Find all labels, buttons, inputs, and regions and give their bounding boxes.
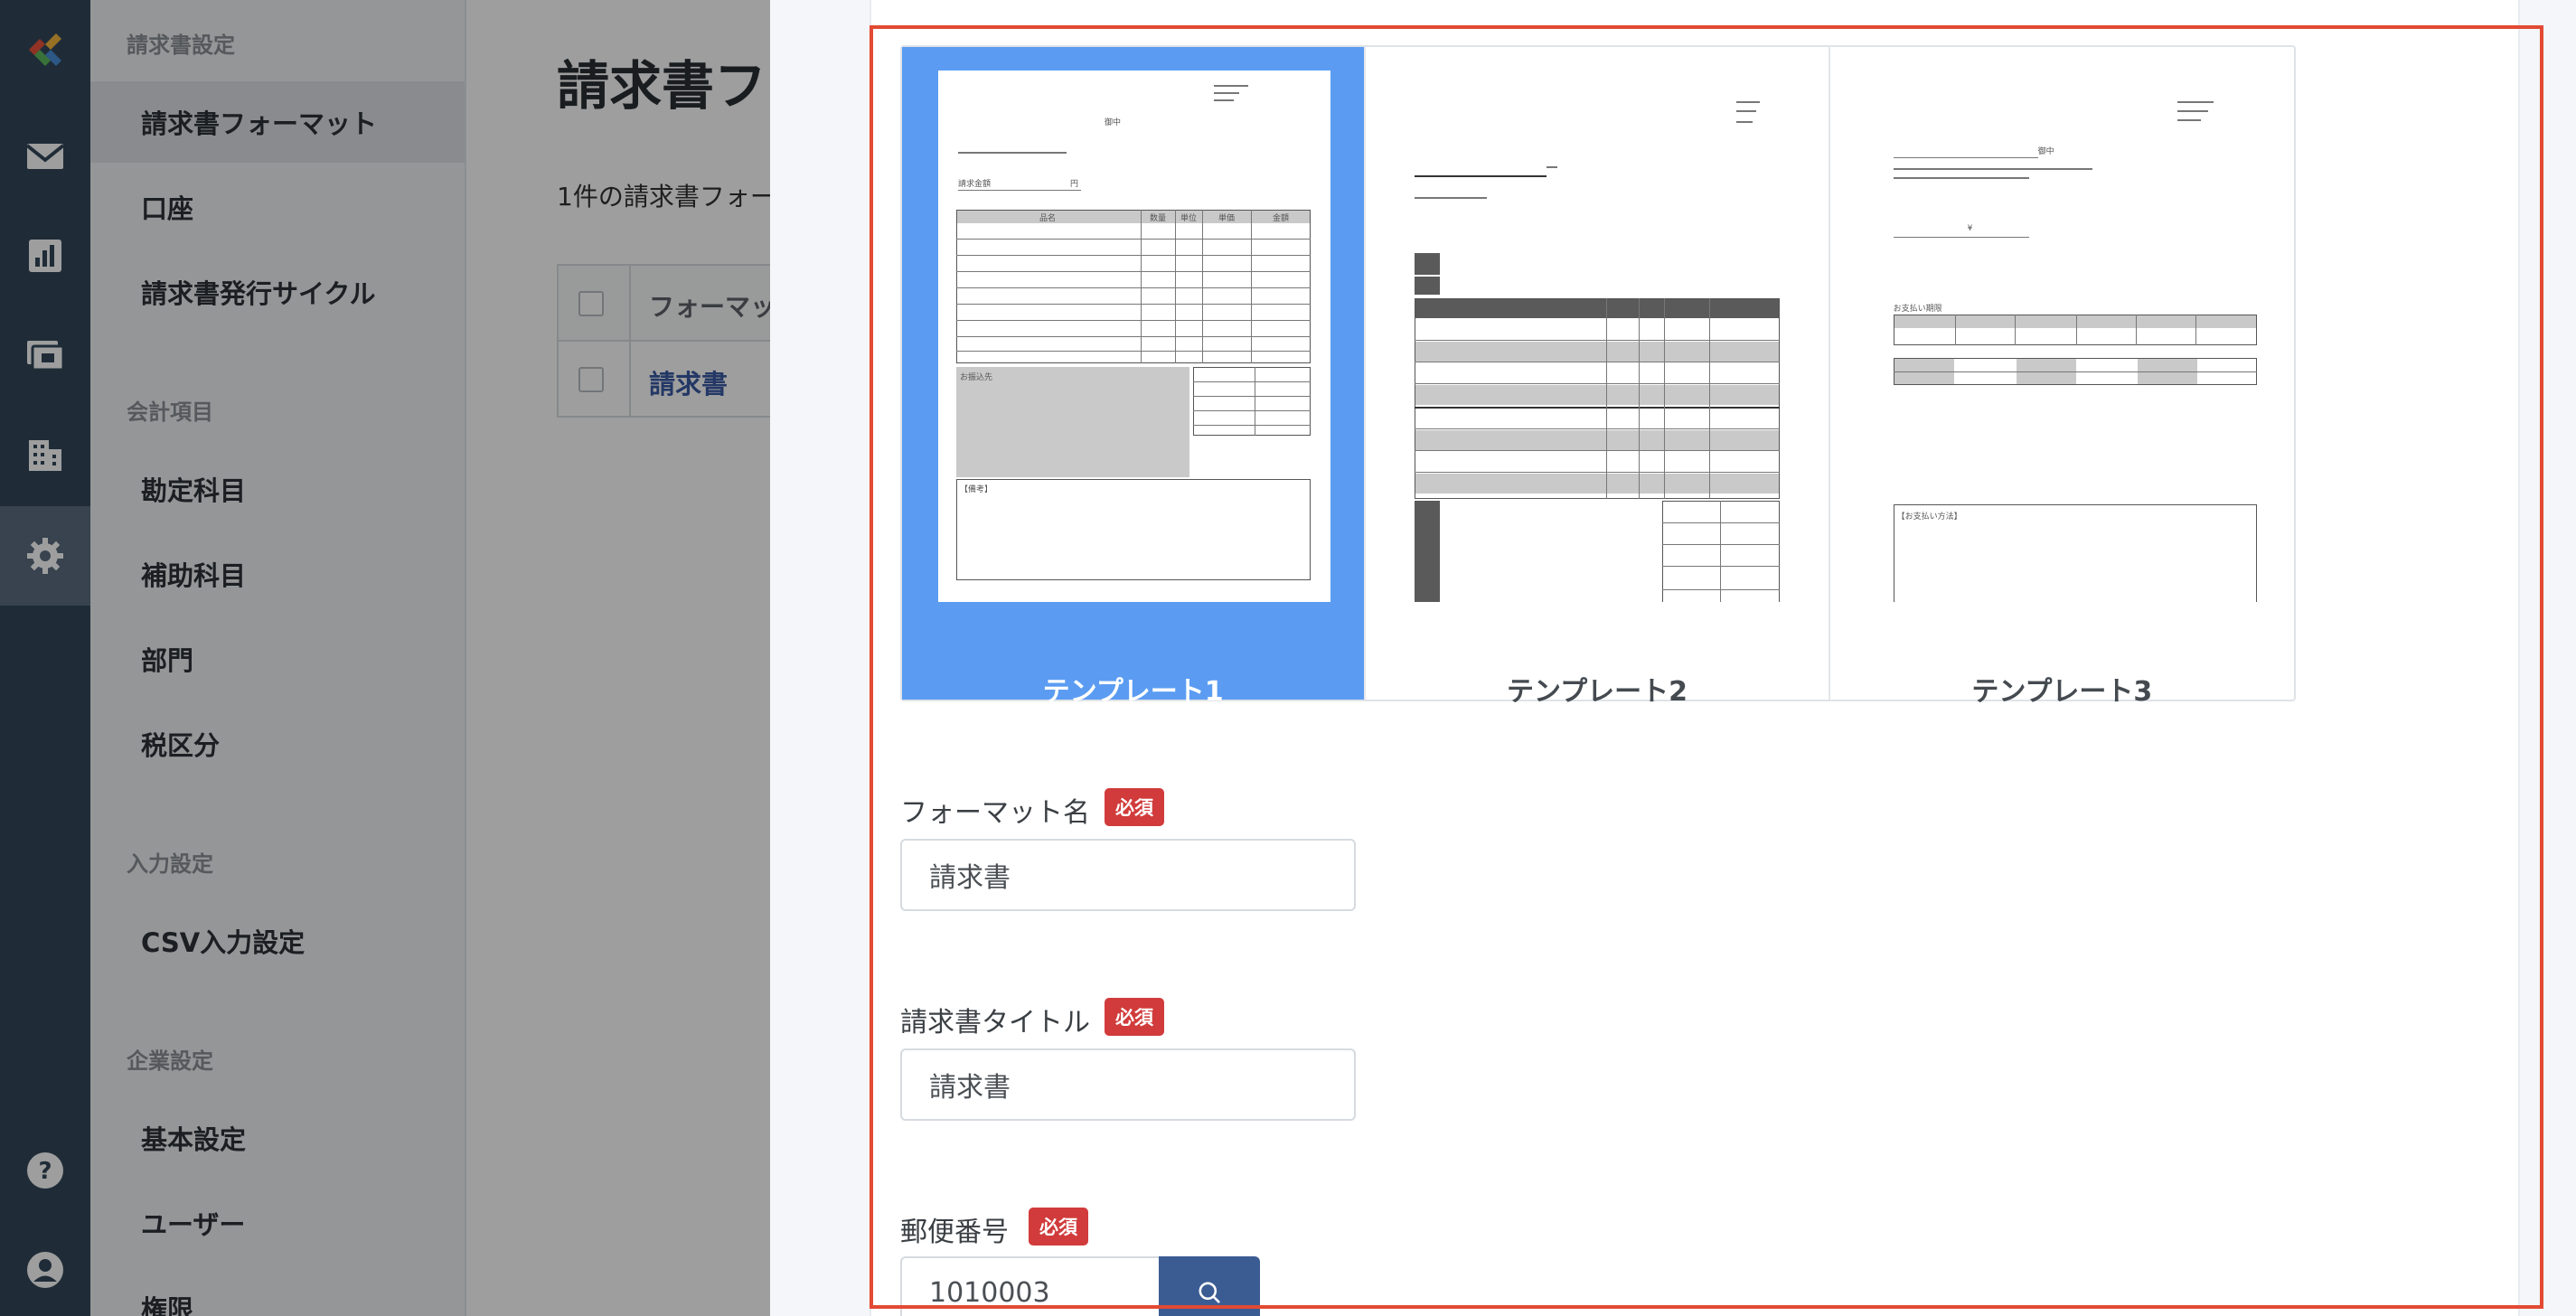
postal-code-input[interactable]: 1010003 xyxy=(900,1256,1162,1316)
format-name-label: フォーマット名 xyxy=(900,797,1090,829)
template-selector: 御中 請求金額 円 品名 数量 単位 単価 金額 お振込先 【備考】 テンプレー… xyxy=(900,45,2296,708)
postal-code-label: 郵便番号 xyxy=(900,1217,1009,1248)
invoice-title-input[interactable]: 請求書 xyxy=(900,1048,1356,1121)
required-badge: 必須 xyxy=(1105,788,1164,826)
template-3-preview: 御中 ¥ お支払い期限 【お支払い方法】 xyxy=(1866,70,2259,602)
invoice-title-label: 請求書タイトル xyxy=(900,1007,1090,1039)
template-option-2[interactable]: テンプレート2 xyxy=(1366,47,1830,708)
template-2-label: テンプレート2 xyxy=(1507,676,1688,708)
postal-search-button[interactable] xyxy=(1159,1256,1260,1316)
template-option-1[interactable]: 御中 請求金額 円 品名 数量 単位 単価 金額 お振込先 【備考】 テンプレー… xyxy=(902,47,1367,708)
template-1-preview: 御中 請求金額 円 品名 数量 単位 単価 金額 お振込先 【備考】 xyxy=(938,70,1330,602)
template-option-3[interactable]: 御中 ¥ お支払い期限 【お支払い方法】 テンプレート3 xyxy=(1830,47,2294,708)
required-badge: 必須 xyxy=(1105,998,1164,1036)
required-badge: 必須 xyxy=(1029,1208,1088,1246)
template-1-label: テンプレート1 xyxy=(1042,676,1224,708)
template-2-preview xyxy=(1402,70,1795,602)
search-icon xyxy=(1199,1282,1220,1303)
template-3-label: テンプレート3 xyxy=(1971,676,2153,708)
format-name-input[interactable]: 請求書 xyxy=(900,839,1356,911)
